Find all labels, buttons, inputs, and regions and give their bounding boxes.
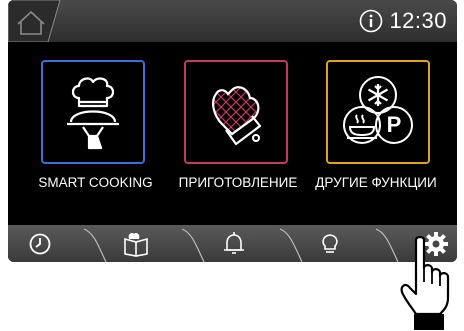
oven-mitt-icon [212,86,262,146]
status-bar: 12:30 [8,0,457,42]
bell-icon [224,231,244,254]
status-right: 12:30 [359,7,447,35]
chef-cloche-icon [67,77,119,150]
alarm-button[interactable] [214,225,254,262]
other-functions-tile[interactable]: P [326,60,430,164]
toolbar-divider [181,228,205,262]
toolbar-divider [279,228,303,262]
smart-cooking-label: SMART COOKING [38,175,153,190]
smart-cooking-tile[interactable] [41,60,145,164]
info-icon[interactable] [359,9,383,33]
cooking-label: ПРИГОТОВЛЕНИЕ [178,175,298,190]
toolbar-divider [83,228,107,262]
other-functions-label: ДРУГИЕ ФУНКЦИИ [315,175,437,190]
clock-icon [29,233,51,254]
snowflake-steam-p-icon: P [343,76,413,144]
timer-button[interactable] [20,225,60,262]
cooking-tile[interactable] [184,60,288,164]
recipe-book-icon [124,232,148,257]
main-menu: P [8,60,457,190]
pointing-hand-icon [400,236,450,330]
light-button[interactable] [310,225,350,262]
lightbulb-icon [322,233,338,253]
svg-text:P: P [387,112,402,137]
oven-display: 12:30 P SMART COOKING ПРИГОТОВЛЕНИЕ ДРУГ… [8,0,457,262]
clock-time: 12:30 [389,8,447,33]
bottom-toolbar [8,225,457,262]
recipes-button[interactable] [116,225,156,262]
home-tab[interactable] [8,0,68,42]
